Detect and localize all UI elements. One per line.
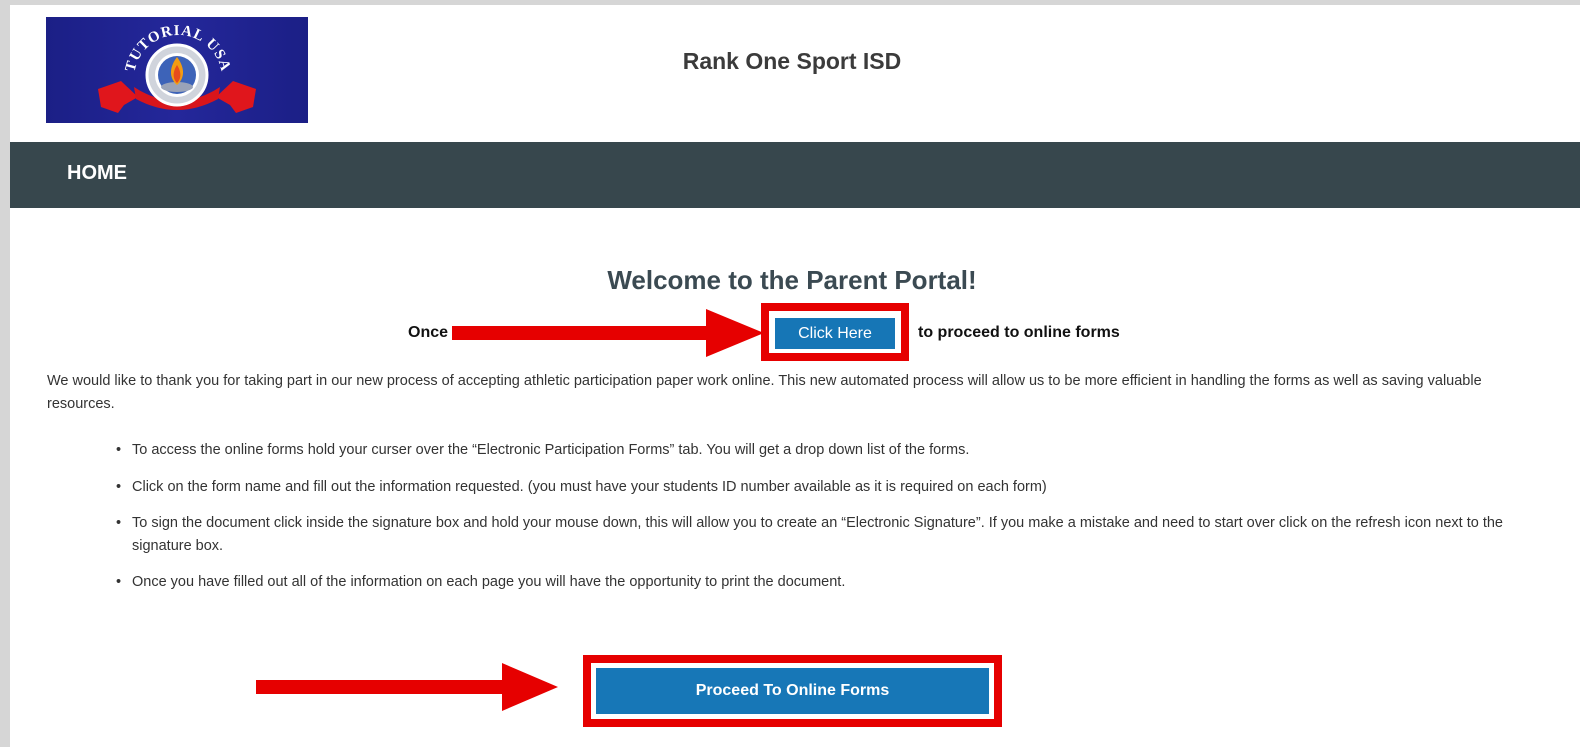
nav-home-link[interactable]: HOME xyxy=(67,162,127,185)
list-item: • Click on the form name and fill out the… xyxy=(116,478,1047,495)
click-here-button[interactable]: Click Here xyxy=(775,318,895,349)
red-arrow-icon xyxy=(452,309,764,357)
list-item: • To sign the document click inside the s… xyxy=(116,515,1503,554)
list-item-text: Once you have filled out all of the info… xyxy=(132,574,846,590)
list-item-text: To access the online forms hold your cur… xyxy=(132,442,970,458)
list-item: • To access the online forms hold your cu… xyxy=(116,442,970,458)
instructions-list: • To access the online forms hold your cu… xyxy=(116,439,1506,608)
list-item: • Once you have filled out all of the inf… xyxy=(116,574,846,590)
page: TUTORIAL USA Rank One Sport ISD HOME Wel… xyxy=(10,5,1580,747)
red-arrow-icon xyxy=(256,663,558,711)
intro-text-start: Once xyxy=(408,324,449,341)
intro-paragraph: We would like to thank you for taking pa… xyxy=(47,373,1482,412)
intro-text-end: to proceed to online forms xyxy=(918,324,1120,341)
welcome-title: Welcome to the Parent Portal! xyxy=(607,265,977,295)
top-navbar: HOME xyxy=(10,142,1580,208)
proceed-to-online-forms-button[interactable]: Proceed To Online Forms xyxy=(596,668,989,714)
list-item-text: Click on the form name and fill out the … xyxy=(132,478,1047,495)
site-title: Rank One Sport ISD xyxy=(682,48,902,74)
list-item-text: To sign the document click inside the si… xyxy=(132,515,1503,554)
